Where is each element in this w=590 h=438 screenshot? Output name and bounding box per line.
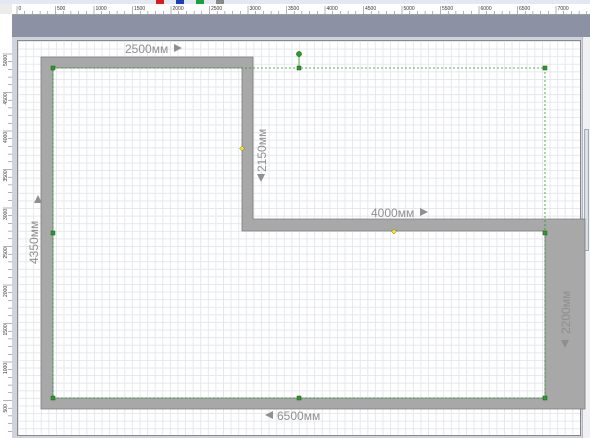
resize-handle[interactable]: [296, 395, 302, 401]
dimension-label-inner-vertical[interactable]: 2150мм: [255, 129, 269, 172]
room-wall-shape[interactable]: [40, 56, 586, 410]
resize-handle[interactable]: [50, 395, 56, 401]
dimension-label-right[interactable]: 2200мм: [559, 291, 573, 334]
resize-handle[interactable]: [542, 65, 548, 71]
dimension-arrow-right-icon: [174, 44, 182, 52]
dimension-label-top[interactable]: 2500мм: [125, 42, 168, 56]
resize-handle[interactable]: [542, 230, 548, 236]
dimension-label-left[interactable]: 4350мм: [27, 221, 41, 264]
room-plan-drawing[interactable]: 2500мм 2150мм 4000мм 4350мм 2200мм 6500м…: [0, 0, 590, 438]
rotation-handle[interactable]: [296, 51, 302, 57]
dimension-arrow-left-icon: [265, 411, 273, 419]
resize-handle[interactable]: [50, 230, 56, 236]
selection-bounding-box: [52, 67, 546, 399]
dimension-label-bottom[interactable]: 6500мм: [277, 409, 320, 423]
resize-handle[interactable]: [296, 65, 302, 71]
dimension-arrow-down-icon: [257, 174, 265, 182]
resize-handle[interactable]: [542, 395, 548, 401]
dimension-arrow-right-icon: [420, 208, 428, 216]
resize-handle[interactable]: [50, 65, 56, 71]
dimension-label-inner-horizontal[interactable]: 4000мм: [371, 206, 414, 220]
